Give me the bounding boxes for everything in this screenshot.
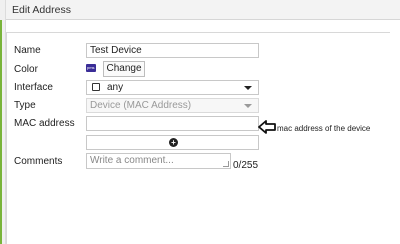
type-select: Device (MAC Address) [86, 98, 259, 113]
mac-address-input[interactable] [86, 116, 259, 131]
interface-select[interactable]: any [86, 80, 259, 95]
interface-value: any [107, 82, 124, 93]
comment-char-counter: 0/255 [233, 160, 259, 171]
color-swatch-text: pms [87, 65, 95, 70]
comments-label: Comments [14, 156, 63, 167]
name-label: Name [14, 45, 41, 56]
add-mac-entry-button[interactable]: + [86, 135, 259, 150]
type-label: Type [14, 100, 36, 111]
interface-icon [92, 83, 100, 91]
dialog-titlebar: Edit Address [6, 0, 400, 20]
chevron-down-icon[interactable] [244, 86, 252, 90]
dialog-title: Edit Address [12, 4, 71, 16]
comments-textarea[interactable]: Write a comment... [86, 153, 231, 169]
name-input[interactable]: Test Device [86, 43, 259, 58]
color-swatch: pms [86, 64, 96, 72]
change-color-button[interactable]: Change [103, 61, 145, 77]
plus-circle-icon[interactable]: + [169, 138, 178, 147]
color-label: Color [14, 64, 38, 75]
selection-indicator [0, 20, 2, 244]
chevron-down-icon [244, 104, 252, 108]
resize-handle-icon[interactable] [223, 161, 229, 167]
mac-address-label: MAC address [14, 118, 75, 129]
comments-placeholder: Write a comment... [90, 155, 174, 166]
interface-label: Interface [14, 82, 53, 93]
type-value: Device (MAC Address) [90, 100, 192, 111]
left-arrow-icon [258, 120, 276, 134]
mac-annotation-text: mac address of the device [277, 124, 371, 133]
